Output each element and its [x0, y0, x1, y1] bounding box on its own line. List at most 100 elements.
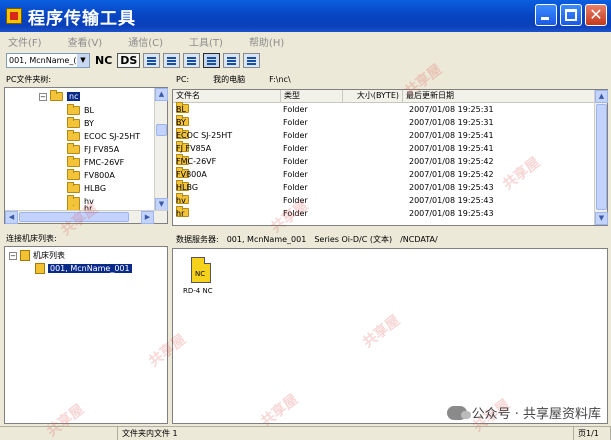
file-date: 2007/01/08 19:25:43: [409, 183, 494, 192]
nc-mode-button[interactable]: NC: [93, 54, 114, 67]
ds-mode-button[interactable]: DS: [117, 52, 141, 68]
pc-tree-header: PC文件夹树:: [6, 75, 52, 84]
status-folder-count: 文件夹内文件 1: [118, 427, 574, 440]
menu-communication[interactable]: 通信(C): [128, 34, 163, 49]
title-bar[interactable]: 程序传输工具 ✕: [0, 0, 611, 32]
list-view-button[interactable]: [203, 52, 221, 68]
tree-vertical-scrollbar[interactable]: ▲ ▼: [154, 88, 168, 211]
file-date: 2007/01/08 19:25:31: [409, 105, 494, 114]
machine-select[interactable]: 001, McnName_( ▼: [6, 52, 90, 68]
menu-tools[interactable]: 工具(T): [189, 34, 223, 49]
close-button[interactable]: ✕: [585, 4, 607, 26]
server-file-view[interactable]: NC RD-4 NC: [172, 248, 608, 424]
small-icons-view-button[interactable]: [163, 52, 181, 68]
scroll-down-icon[interactable]: ▼: [595, 212, 608, 225]
menu-help[interactable]: 帮助(H): [249, 34, 284, 49]
column-header-name[interactable]: 文件名: [173, 90, 281, 103]
file-type: Folder: [283, 196, 308, 205]
window-title: 程序传输工具: [28, 8, 136, 29]
collapse-icon[interactable]: −: [39, 92, 47, 101]
tree-item[interactable]: ECOC SJ-25HT: [67, 130, 140, 143]
folder-icon: [67, 169, 80, 180]
table-row[interactable]: BY Folder 2007/01/08 19:25:31: [173, 115, 595, 129]
scroll-thumb[interactable]: [596, 104, 607, 210]
file-name: hr: [176, 209, 185, 218]
wechat-icon: [446, 405, 471, 420]
scroll-up-icon[interactable]: ▲: [595, 90, 608, 103]
folder-icon: [67, 156, 80, 167]
tree-item-label: FMC-26VF: [84, 158, 125, 167]
column-header-type[interactable]: 类型: [281, 90, 343, 103]
menu-view[interactable]: 查看(V): [68, 34, 103, 49]
file-type: Folder: [283, 144, 308, 153]
file-date: 2007/01/08 19:25:42: [409, 157, 494, 166]
pc-path-label: PC:: [176, 75, 190, 84]
scroll-thumb[interactable]: [156, 124, 167, 136]
pc-path-bar: PC: 我的电脑 F:\nc\: [172, 73, 608, 86]
status-bar: 文件夹内文件 1 页1/1: [0, 426, 611, 440]
server-path-bar: 数据服务器: 001, McnName_001 Series Oi-D/C (文…: [172, 233, 608, 246]
server-file-name: RD-4 NC: [183, 287, 213, 295]
tree-item[interactable]: BY: [67, 117, 94, 130]
scroll-left-icon[interactable]: ◀: [5, 211, 18, 224]
pc-file-list[interactable]: 文件名 类型 大小(BYTE) 最后更新日期 BL Folder 2007/01/0…: [172, 89, 608, 226]
tree-item-label: FV800A: [84, 171, 115, 180]
brand-watermark: 公众号 · 共享屋资料库: [446, 403, 601, 422]
tree-item[interactable]: FMC-26VF: [67, 156, 124, 169]
machine-item-selected[interactable]: 001, McnName_001: [35, 262, 132, 275]
file-type: Folder: [283, 105, 308, 114]
table-row[interactable]: ECOC SJ-25HT Folder 2007/01/08 19:25:41: [173, 128, 595, 142]
table-row[interactable]: hr Folder 2007/01/08 19:25:43: [173, 206, 595, 220]
tree-horizontal-scrollbar[interactable]: ◀ ▶: [5, 210, 167, 224]
machine-tree-root[interactable]: − 机床列表: [9, 249, 65, 262]
details-view-button[interactable]: [183, 52, 201, 68]
file-date: 2007/01/08 19:25:43: [409, 196, 494, 205]
tree-item[interactable]: HLBG: [67, 182, 106, 195]
folder-icon: [67, 130, 80, 141]
tree-item-label: BY: [84, 119, 94, 128]
machine-tree-header: 连接机床列表:: [6, 234, 57, 243]
machine-tree-root-label: 机床列表: [33, 251, 65, 260]
tree-root-label: nc: [67, 92, 81, 101]
status-page: 页1/1: [574, 427, 611, 440]
server-file-item[interactable]: NC RD-4 NC: [181, 255, 221, 305]
large-icons-view-button[interactable]: [143, 52, 161, 68]
tree-item-label: HLBG: [84, 184, 107, 193]
minimize-button[interactable]: [535, 4, 557, 26]
machine-tree[interactable]: − 机床列表 001, McnName_001: [4, 246, 168, 424]
collapse-icon[interactable]: −: [9, 251, 17, 260]
column-header-date[interactable]: 最后更新日期: [403, 90, 595, 103]
scroll-right-icon[interactable]: ▶: [141, 211, 154, 224]
scroll-up-icon[interactable]: ▲: [155, 88, 168, 101]
server-path-value: /NCDATA/: [400, 235, 438, 244]
folder-icon: [67, 117, 80, 128]
file-list-vertical-scrollbar[interactable]: ▲ ▼: [594, 90, 608, 225]
menu-file[interactable]: 文件(F): [8, 34, 42, 49]
tree-item[interactable]: FV800A: [67, 169, 115, 182]
chevron-down-icon[interactable]: ▼: [77, 53, 89, 67]
column-header-size[interactable]: 大小(BYTE): [343, 90, 403, 103]
folder-icon: [67, 143, 80, 154]
pc-location: 我的电脑: [213, 75, 246, 84]
app-icon: [6, 8, 22, 24]
table-row[interactable]: FV800A Folder 2007/01/08 19:25:42: [173, 167, 595, 181]
tree-item-label: BL: [84, 106, 94, 115]
report-view-button[interactable]: [243, 52, 261, 68]
table-row[interactable]: FJ FV85A Folder 2007/01/08 19:25:41: [173, 141, 595, 155]
table-row[interactable]: FMC-26VF Folder 2007/01/08 19:25:42: [173, 154, 595, 168]
grid-view-button[interactable]: [223, 52, 241, 68]
table-row[interactable]: hv Folder 2007/01/08 19:25:43: [173, 193, 595, 207]
machine-list-icon: [20, 250, 30, 261]
maximize-button[interactable]: [560, 4, 582, 26]
scroll-thumb[interactable]: [19, 212, 129, 222]
tree-item[interactable]: BL: [67, 104, 94, 117]
brand-text: 公众号 · 共享屋资料库: [471, 407, 601, 422]
file-type: Folder: [283, 131, 308, 140]
table-row[interactable]: BL Folder 2007/01/08 19:25:31: [173, 102, 595, 116]
minimize-icon: [541, 17, 549, 20]
table-row[interactable]: HLBG Folder 2007/01/08 19:25:43: [173, 180, 595, 194]
pc-folder-tree[interactable]: − nc BL BY ECOC SJ-25HT FJ FV85A FMC-26V…: [4, 87, 168, 224]
tree-item[interactable]: FJ FV85A: [67, 143, 119, 156]
tree-root-nc[interactable]: − nc: [39, 90, 81, 103]
file-date: 2007/01/08 19:25:42: [409, 170, 494, 179]
